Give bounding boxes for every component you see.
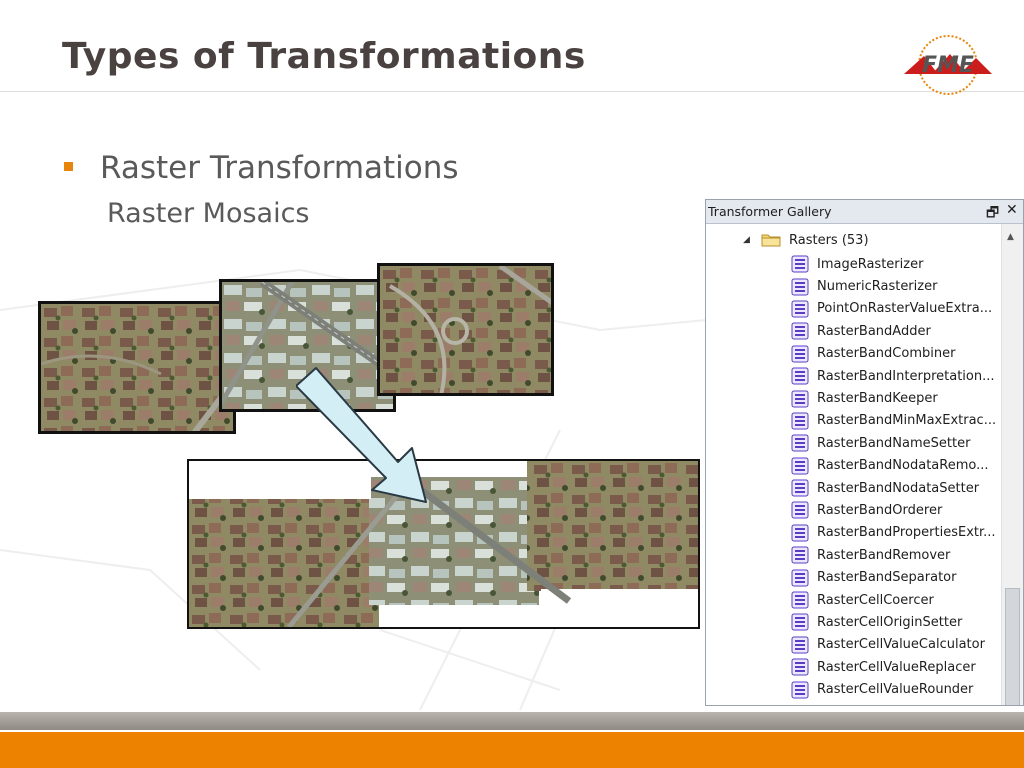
- transformer-label: ImageRasterizer: [817, 256, 924, 272]
- folder-icon: [761, 234, 781, 247]
- svg-text:FME: FME: [922, 53, 974, 78]
- transformer-label: RasterBandNodataRemo...: [817, 458, 989, 474]
- transformer-icon: [791, 658, 809, 676]
- transformer-label: RasterCellOriginSetter: [817, 614, 963, 630]
- transformer-label: RasterBandRemover: [817, 547, 951, 563]
- footer-gray-bar: [0, 712, 1024, 730]
- transformer-gallery-panel: Transformer Gallery 🗗 ✕ ◢ Rasters (53) I…: [705, 199, 1024, 706]
- transformer-label: RasterBandAdder: [817, 323, 931, 339]
- transformer-label: RasterCellCoercer: [817, 592, 934, 608]
- transformer-icon: [791, 479, 809, 497]
- transformer-label: RasterCellValueCalculator: [817, 637, 985, 653]
- gallery-header: Transformer Gallery 🗗 ✕: [706, 200, 1023, 224]
- transformer-item[interactable]: PointOnRasterValueExtra...: [791, 298, 996, 320]
- transformer-icon: [791, 501, 809, 519]
- transformer-item[interactable]: RasterBandAdder: [791, 320, 996, 342]
- transformer-item[interactable]: RasterBandPropertiesExtr...: [791, 522, 996, 544]
- transformer-label: RasterBandMinMaxExtrac...: [817, 413, 997, 429]
- transformer-item[interactable]: RasterBandNameSetter: [791, 432, 996, 454]
- transformer-icon: [791, 412, 809, 430]
- transformer-item[interactable]: RasterCellValueCalculator: [791, 634, 996, 656]
- transformer-label: RasterBandNameSetter: [817, 435, 971, 451]
- transformer-item[interactable]: RasterBandRemover: [791, 544, 996, 566]
- transformer-icon: [791, 591, 809, 609]
- transformer-item[interactable]: RasterCellValueRounder: [791, 678, 996, 700]
- transformer-icon: [791, 345, 809, 363]
- footer-orange-bar: [0, 732, 1024, 768]
- transformer-item[interactable]: RasterBandNodataSetter: [791, 477, 996, 499]
- transformer-icon: [791, 367, 809, 385]
- transformer-label: RasterBandNodataSetter: [817, 480, 980, 496]
- scroll-up-arrow-icon[interactable]: ▲: [1007, 232, 1014, 242]
- title-divider: [0, 91, 1024, 92]
- transformer-item[interactable]: RasterCellCoercer: [791, 589, 996, 611]
- transformer-icon: [791, 322, 809, 340]
- transformer-icon: [791, 457, 809, 475]
- fme-logo: FME: [904, 35, 992, 95]
- restore-window-icon[interactable]: 🗗: [986, 202, 999, 226]
- transformer-icon: [791, 613, 809, 631]
- transformer-label: RasterBandInterpretation...: [817, 368, 995, 384]
- transformer-icon: [791, 278, 809, 296]
- transformer-item[interactable]: RasterBandMinMaxExtrac...: [791, 410, 996, 432]
- transformer-item[interactable]: RasterBandKeeper: [791, 387, 996, 409]
- transformer-label: RasterBandOrderer: [817, 502, 943, 518]
- transformer-icon: [791, 434, 809, 452]
- expand-triangle-icon[interactable]: ◢: [743, 235, 761, 245]
- transformer-item[interactable]: RasterBandSeparator: [791, 566, 996, 588]
- scroll-thumb[interactable]: [1005, 588, 1020, 705]
- transformer-item[interactable]: RasterBandCombiner: [791, 343, 996, 365]
- transformer-label: RasterBandKeeper: [817, 391, 938, 407]
- transformer-item[interactable]: RasterBandOrderer: [791, 499, 996, 521]
- mosaic-result: [187, 459, 700, 629]
- transformer-icon: [791, 300, 809, 318]
- transformer-label: RasterCellValueRounder: [817, 682, 974, 698]
- transformer-item[interactable]: RasterBandNodataRemo...: [791, 455, 996, 477]
- transformer-icon: [791, 524, 809, 542]
- gallery-title: Transformer Gallery: [708, 204, 832, 219]
- transformer-icon: [791, 255, 809, 273]
- transformer-icon: [791, 546, 809, 564]
- tree-node-rasters[interactable]: ◢ Rasters (53): [743, 231, 869, 249]
- bullet-marker: [64, 162, 73, 171]
- transformer-item[interactable]: RasterBandInterpretation...: [791, 365, 996, 387]
- gallery-tree: ◢ Rasters (53) ImageRasterizer NumericRas…: [707, 224, 1001, 705]
- transformer-label: RasterBandPropertiesExtr...: [817, 525, 996, 541]
- transformer-label: RasterBandCombiner: [817, 346, 956, 362]
- transformer-item[interactable]: RasterCellOriginSetter: [791, 611, 996, 633]
- transformer-label: RasterCellValueReplacer: [817, 659, 976, 675]
- transformer-item[interactable]: NumericRasterizer: [791, 275, 996, 297]
- mosaic-arrow-icon: [296, 367, 427, 503]
- transformer-icon: [791, 390, 809, 408]
- transformer-label: RasterBandSeparator: [817, 570, 957, 586]
- gallery-scrollbar[interactable]: ▲: [1001, 224, 1023, 705]
- transformer-label: PointOnRasterValueExtra...: [817, 301, 993, 317]
- transformer-icon: [791, 636, 809, 654]
- aerial-tile-west: [38, 301, 236, 434]
- transformer-list: ImageRasterizer NumericRasterizer PointOnR…: [791, 253, 996, 701]
- transformer-label: NumericRasterizer: [817, 279, 938, 295]
- slide-title: Types of Transformations: [62, 36, 586, 77]
- tree-node-label: Rasters (53): [789, 232, 869, 248]
- transformer-item[interactable]: RasterCellValueReplacer: [791, 656, 996, 678]
- transformer-icon: [791, 681, 809, 699]
- close-icon[interactable]: ✕: [1006, 202, 1018, 218]
- transformer-item[interactable]: ImageRasterizer: [791, 253, 996, 275]
- transformer-icon: [791, 569, 809, 587]
- bullet-raster-transformations: Raster Transformations: [100, 150, 459, 186]
- subbullet-raster-mosaics: Raster Mosaics: [107, 198, 310, 229]
